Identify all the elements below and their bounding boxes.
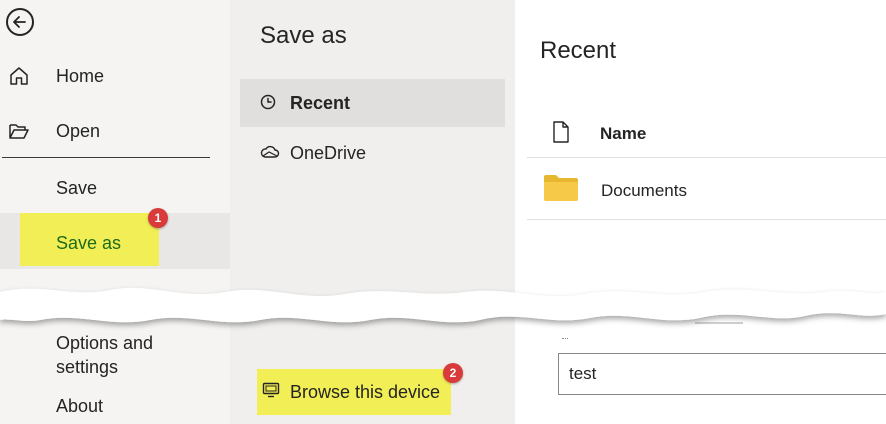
nav-item-open[interactable]: Open (0, 109, 230, 153)
nav-item-save-as-label: Save as (56, 233, 122, 253)
file-icon (553, 121, 569, 143)
nav-item-label: About (56, 396, 104, 416)
table-row[interactable]: Documents (527, 158, 886, 220)
nav-item-label: Save (56, 177, 98, 198)
column-header-name[interactable]: Name (600, 124, 646, 144)
monitor-icon (262, 382, 280, 398)
location-onedrive[interactable]: OneDrive (240, 129, 505, 177)
step-badge-2: 2 (443, 363, 463, 383)
folder-icon (544, 175, 578, 201)
panel-title: Save as (260, 22, 347, 49)
step-badge-1: 1 (148, 208, 168, 228)
nav-item-label: Home (56, 65, 105, 86)
cloud-icon (260, 145, 280, 158)
file-name-input[interactable] (558, 353, 886, 395)
home-icon (10, 67, 28, 85)
nav-item-home[interactable]: Home (0, 54, 230, 98)
nav-item-label: Open (56, 120, 101, 141)
file-name: Documents (601, 181, 687, 200)
nav-item-options-line2: settings (56, 357, 119, 377)
open-folder-icon (9, 124, 29, 139)
nav-divider (2, 157, 210, 158)
location-label: Recent (290, 93, 351, 113)
recent-title: Recent (540, 37, 617, 64)
file-list-header: Name (527, 110, 886, 158)
location-recent[interactable]: Recent (240, 79, 505, 127)
nav-item-about[interactable]: About (56, 396, 103, 417)
clock-icon (260, 94, 276, 110)
location-label: OneDrive (290, 143, 367, 163)
back-button[interactable] (6, 8, 34, 36)
browse-label: Browse this device (290, 382, 441, 402)
arrow-left-icon (13, 16, 26, 28)
nav-item-save[interactable]: Save (0, 166, 230, 210)
save-as-panel: Save as Recent OneDrive (230, 0, 515, 424)
torn-edge (0, 287, 886, 323)
